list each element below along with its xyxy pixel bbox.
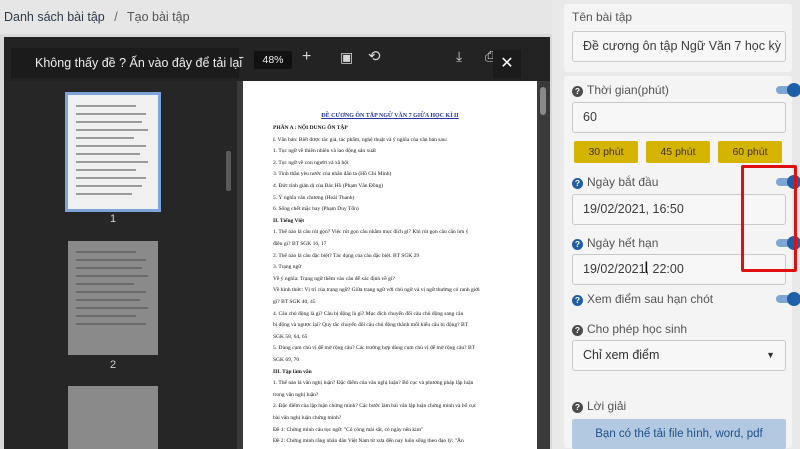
time-label: ? Thời gian(phút) [572, 83, 669, 97]
time-input[interactable]: 60 [572, 102, 786, 133]
thumbnail-number: 2 [109, 359, 117, 371]
breadcrumb-current: Tạo bài tập [126, 10, 190, 24]
document-line: 6. Sống chết mặc bay (Phạm Duy Tốn) [273, 206, 359, 213]
time-preset-30-button[interactable]: 30 phút [574, 141, 638, 163]
document-line: bài văn nghị luận chứng minh? [273, 415, 342, 421]
document-line: 5. Ý nghĩa văn chương (Hoài Thanh) [273, 194, 355, 201]
rotate-icon[interactable]: ⟲ [368, 49, 381, 64]
document-line: 1. Thế nào là câu rút gọn? Việc rút gọn … [273, 229, 469, 236]
thumbnail-page-3[interactable] [68, 386, 158, 449]
allow-student-value: Chỉ xem điểm [583, 348, 660, 362]
breadcrumb: Danh sách bài tập / Tạo bài tập [4, 10, 190, 24]
document-line: SGK 69, 70 [273, 357, 300, 363]
allow-student-label: ? Cho phép học sinh [572, 322, 687, 336]
title-label: Tên bài tập [572, 10, 633, 24]
document-line: 4. Đức tính giản dị của Bác Hồ (Phạm Văn… [273, 183, 383, 189]
document-line: I. Văn bản: Biết được tác giả, tác phẩm,… [273, 136, 448, 143]
solution-label: ? Lời giải [572, 399, 626, 413]
document-scrollbar[interactable] [540, 87, 546, 115]
document-line: 2. Tục ngữ về con người và xã hội [273, 159, 349, 166]
document-line: SGK 58, 64, 65 [273, 333, 308, 340]
allow-student-select[interactable]: Chỉ xem điểm ▼ [572, 340, 786, 371]
thumbnail-scrollbar[interactable] [226, 151, 231, 191]
time-toggle[interactable] [776, 83, 800, 97]
document-line: 3. Tinh thần yêu nước của nhân dân ta (H… [273, 171, 392, 178]
help-icon: ? [572, 325, 583, 336]
show-score-label: ? Xem điểm sau hạn chót [572, 292, 713, 306]
document-line: 2. Thế nào là câu đặc biệt? Tác dụng của… [273, 252, 420, 259]
document-line: điều gì? BT SGK 16, 17 [273, 241, 327, 247]
document-line: 1. Tục ngữ về thiên nhiên và lao động sả… [273, 148, 376, 155]
document-line: 3. Trạng ngữ [273, 264, 302, 271]
zoom-in-icon[interactable]: + [302, 49, 311, 65]
thumbnail-page-2[interactable] [68, 241, 158, 355]
thumbnail-number: 1 [109, 213, 117, 225]
document-title: ĐỀ CƯƠNG ÔN TẬP NGỮ VĂN 7 GIỮA HỌC KÌ II [321, 113, 459, 119]
document-area: ĐỀ CƯƠNG ÔN TẬP NGỮ VĂN 7 GIỮA HỌC KÌ II… [237, 81, 550, 449]
help-icon: ? [572, 86, 583, 97]
title-input[interactable]: Đề cương ôn tập Ngữ Văn 7 học kỳ II [572, 31, 786, 62]
upload-file-button[interactable]: Bạn có thể tải file hình, word, pdf [572, 419, 786, 449]
show-score-toggle[interactable] [776, 292, 800, 306]
document-line: Về ý nghĩa: Trạng ngữ thêm vào câu để xá… [273, 275, 395, 282]
reload-banner[interactable]: Không thấy đề ? Ấn vào đây để tải lại [11, 48, 242, 78]
document-line: 5. Dùng cụm chủ vị để mở rộng câu? Các t… [273, 345, 476, 352]
document-page: ĐỀ CƯƠNG ÔN TẬP NGỮ VĂN 7 GIỮA HỌC KÌ II… [243, 81, 537, 449]
document-line: trong văn nghị luận? [273, 391, 319, 398]
help-icon: ? [572, 402, 583, 413]
document-line: Đề 2: Chứng minh rằng nhân dân Việt Nam … [273, 438, 464, 445]
help-icon: ? [572, 295, 583, 306]
pdf-viewer: ☰ − 48% + ▣ ⟲ ⤓ ⎙ 1 [4, 37, 550, 449]
document-line: gì? BT SGK 40, 45 [273, 299, 316, 305]
start-date-label: ? Ngày bắt đầu [572, 175, 658, 189]
end-date-label: ? Ngày hết hạn [572, 236, 658, 250]
text-cursor-icon: I [644, 258, 649, 277]
document-line: Về hình thức: Vị trí của trạng ngữ? Giữa… [273, 287, 480, 294]
thumbnail-page-1[interactable] [65, 92, 161, 212]
fit-page-icon[interactable]: ▣ [340, 50, 353, 64]
document-line: PHẦN A : NỘI DUNG ÔN TẬP [273, 125, 348, 131]
breadcrumb-parent-link[interactable]: Danh sách bài tập [4, 10, 105, 24]
time-preset-60-button[interactable]: 60 phút [718, 141, 782, 163]
document-line: II. Tiếng Việt [273, 217, 305, 224]
document-line: bị động và ngược lại? Quy tắc chuyển đổi… [273, 322, 468, 329]
time-preset-45-button[interactable]: 45 phút [646, 141, 710, 163]
help-icon: ? [572, 239, 583, 250]
thumbnail-panel: 1 2 [4, 81, 237, 449]
toggle-highlight-box [741, 165, 797, 272]
document-line: Đề 1: Chứng minh câu tục ngữ: "Có công m… [273, 426, 424, 433]
document-line: 4. Câu chủ động là gì? Câu bị động là gì… [273, 310, 464, 317]
document-line: III. Tập làm văn [273, 368, 312, 375]
breadcrumb-separator: / [114, 10, 118, 24]
help-icon: ? [572, 178, 583, 189]
chevron-down-icon: ▼ [766, 350, 775, 360]
document-line: 2. Đặc điểm của lập luận chứng minh? Các… [273, 403, 477, 410]
document-line: 1. Thế nào là văn nghị luận? Đặc điểm củ… [273, 380, 474, 387]
zoom-level[interactable]: 48% [254, 51, 292, 69]
download-icon[interactable]: ⤓ [456, 49, 462, 63]
close-icon[interactable]: ✕ [493, 50, 521, 78]
